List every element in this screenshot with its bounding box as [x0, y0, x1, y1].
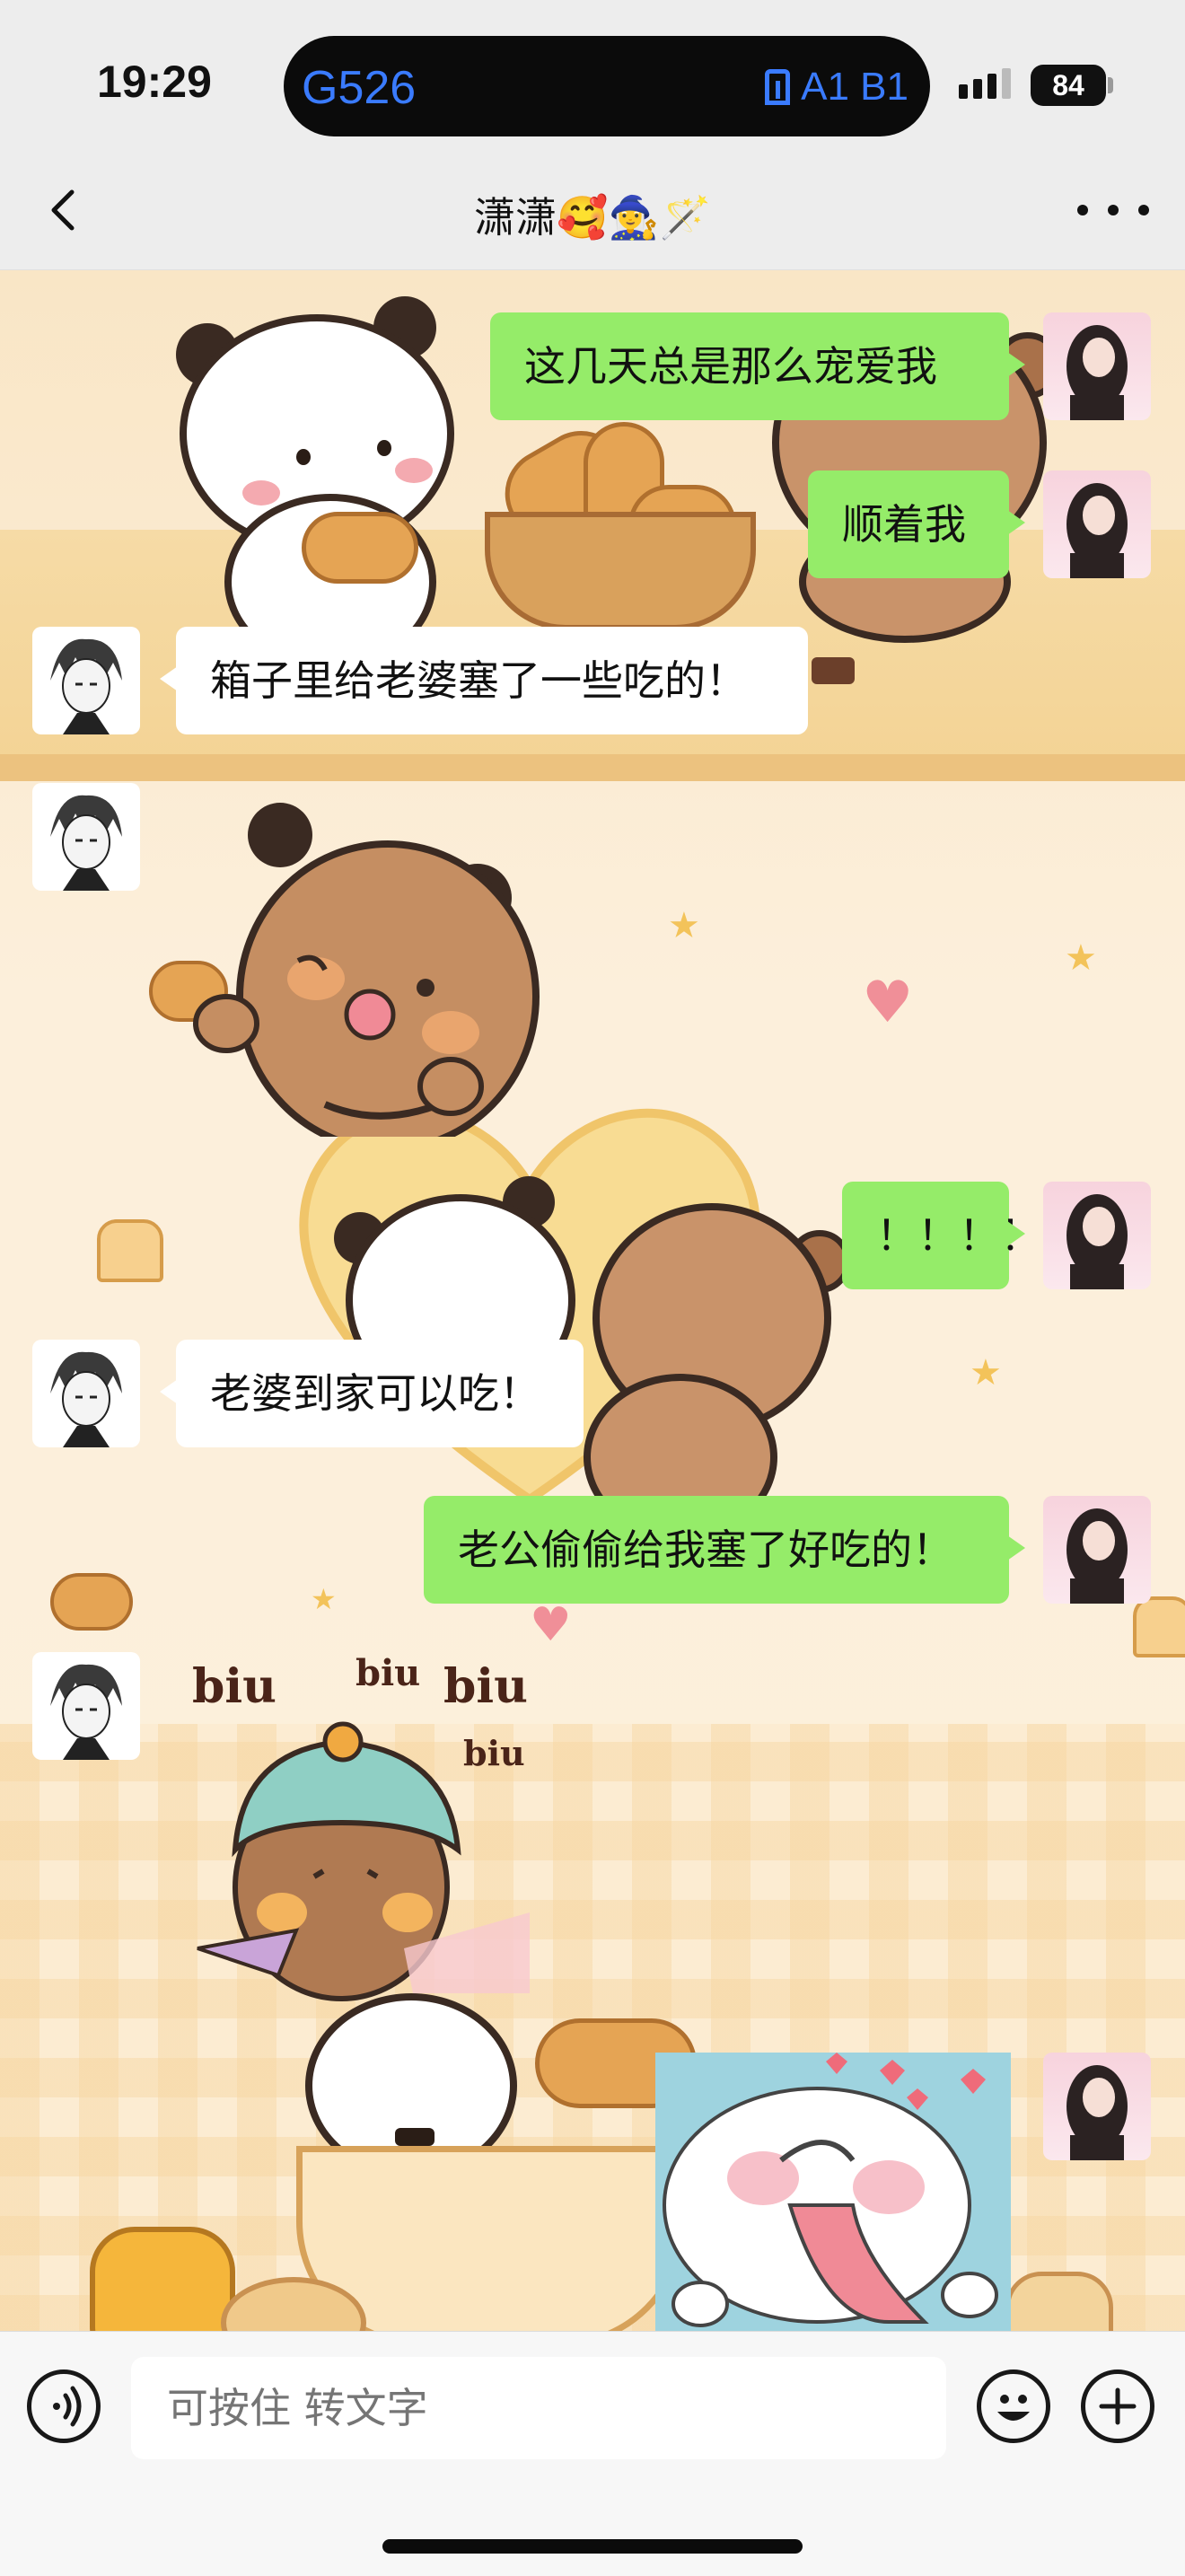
- toast-decoration: [1133, 1596, 1185, 1657]
- contact-avatar-portrait-icon: [50, 795, 122, 891]
- panda-cheek-decoration: [395, 458, 433, 483]
- signal-icon: [959, 68, 1011, 99]
- plus-icon: [1099, 2387, 1137, 2425]
- message-bubble-self[interactable]: 老公偷偷给我塞了好吃的！: [424, 1496, 1025, 1604]
- self-avatar-portrait-icon: [1066, 483, 1128, 578]
- self-avatar[interactable]: [1043, 2053, 1151, 2160]
- chat-wallpaper: ★ ★ ♥ ★ ♥ ★: [0, 269, 1185, 2331]
- star-decoration: ★: [311, 1582, 337, 1616]
- voice-button[interactable]: [27, 2369, 101, 2443]
- star-decoration: ★: [1065, 937, 1097, 979]
- brown-bear-blushing-sticker[interactable]: [190, 790, 549, 1137]
- contact-avatar[interactable]: [32, 1340, 140, 1447]
- plus-button[interactable]: [1081, 2369, 1154, 2443]
- seat-label: A1 B1: [801, 65, 908, 109]
- battery-level: 84: [1052, 69, 1084, 101]
- self-avatar[interactable]: [1043, 312, 1151, 420]
- chocolate-decoration: [812, 657, 855, 684]
- contact-avatar-portrait-icon: [50, 638, 122, 734]
- bread-basket-decoration: [485, 512, 756, 630]
- contact-avatar-portrait-icon: [50, 1351, 122, 1447]
- heart-decoration: ♥: [862, 970, 914, 1036]
- contact-avatar[interactable]: [32, 1652, 140, 1760]
- contact-avatar-portrait-icon: [50, 1664, 122, 1760]
- croissant-decoration: [50, 1573, 133, 1631]
- home-indicator[interactable]: [382, 2539, 803, 2554]
- bear-helmet-icon: [197, 1721, 530, 2001]
- message-bubble-self[interactable]: ！！！！: [842, 1182, 1041, 1289]
- bowtie-decoration: [395, 2128, 434, 2146]
- contact-avatar[interactable]: [32, 627, 140, 734]
- contact-avatar[interactable]: [32, 783, 140, 891]
- battery-icon: 84: [1031, 65, 1106, 106]
- train-number-label: G526: [302, 62, 417, 114]
- message-bubble-self[interactable]: 顺着我: [808, 470, 1025, 578]
- panda-eye-decoration: [296, 449, 311, 465]
- wallpaper-table-edge: [0, 754, 1185, 781]
- white-dog-hearts-sticker[interactable]: [655, 2053, 1011, 2331]
- battery-tip: [1108, 77, 1113, 93]
- heart-decoration: ♥: [530, 1598, 572, 1652]
- panda-cheek-decoration: [242, 480, 280, 506]
- chat-title: 潇潇🥰🧙‍♀️🪄: [474, 193, 711, 242]
- dynamic-island: G526 A1 B1: [284, 36, 930, 136]
- more-dots-icon[interactable]: [1077, 183, 1149, 237]
- self-avatar[interactable]: [1043, 1496, 1151, 1604]
- status-bar: 19:29 G526 A1 B1 84: [0, 0, 1185, 153]
- bear-helmet-biu-sticker[interactable]: biu biu biu biu: [189, 1652, 539, 2006]
- status-time: 19:29: [97, 57, 212, 107]
- message-bubble-contact[interactable]: 箱子里给老婆塞了一些吃的！: [160, 627, 808, 734]
- self-avatar[interactable]: [1043, 1182, 1151, 1289]
- door-icon: [765, 69, 791, 105]
- message-bubble-contact[interactable]: 老婆到家可以吃！: [160, 1340, 584, 1447]
- voice-icon: [53, 2386, 82, 2427]
- white-dog-hearts-icon: [663, 2053, 998, 2327]
- star-decoration: ★: [668, 905, 700, 946]
- star-decoration: ★: [970, 1352, 1002, 1394]
- self-avatar-portrait-icon: [1066, 1508, 1128, 1604]
- toast-decoration: [97, 1219, 163, 1282]
- seat-info: A1 B1: [765, 65, 908, 110]
- emoji-button[interactable]: [977, 2369, 1050, 2443]
- croissant-decoration: [302, 512, 418, 584]
- message-input[interactable]: [131, 2357, 946, 2459]
- honey-pot-decoration: [90, 2227, 235, 2331]
- self-avatar-portrait-icon: [1066, 1194, 1128, 1289]
- message-bubble-self[interactable]: 这几天总是那么宠爱我: [490, 312, 1025, 420]
- cupcake-decoration: [1005, 2272, 1113, 2331]
- panda-eye-decoration: [377, 440, 391, 456]
- brown-bear-blushing-icon: [193, 803, 540, 1137]
- emoji-icon: [997, 2395, 1030, 2421]
- self-avatar-portrait-icon: [1066, 325, 1128, 420]
- self-avatar-portrait-icon: [1066, 2065, 1128, 2160]
- self-avatar[interactable]: [1043, 470, 1151, 578]
- chat-header: 潇潇🥰🧙‍♀️🪄: [0, 153, 1185, 270]
